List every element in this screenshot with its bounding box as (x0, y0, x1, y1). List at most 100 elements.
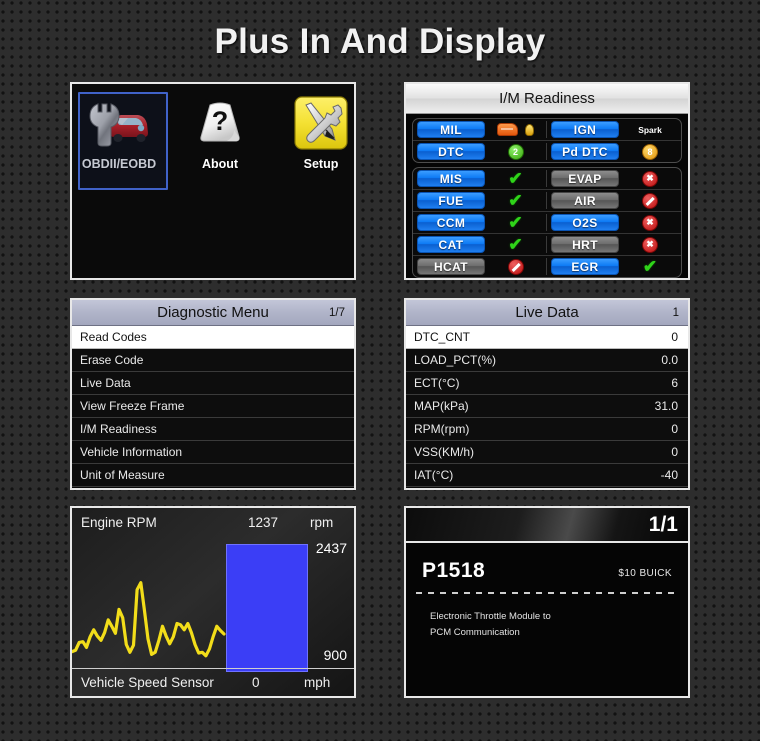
im-group-monitors: MIS ✔ EVAP ✖ FUE ✔ AIR CCM ✔ O2S ✖ CAT ✔… (412, 167, 682, 278)
spark-label: Spark (638, 124, 662, 135)
dtc-count-badge: 2 (507, 143, 524, 160)
live-data-page: 1 (672, 306, 679, 319)
diagnostic-menu-panel: Diagnostic Menu 1/7 Read Codes Erase Cod… (70, 298, 356, 490)
im-chip-ccm: CCM (417, 214, 485, 231)
im-row[interactable]: CAT ✔ HRT ✖ (413, 234, 681, 256)
graph-min-label: 900 (323, 647, 347, 663)
table-row[interactable]: LOAD_PCT(%) 0.0 (406, 349, 688, 372)
im-row[interactable]: HCAT EGR ✔ (413, 256, 681, 277)
list-item[interactable]: Erase Code (72, 349, 354, 372)
im-chip-pd-dtc: Pd DTC (551, 143, 619, 160)
im-group-primary: MIL IGN Spark DTC 2 Pd DTC 8 (412, 118, 682, 163)
im-status-evap: ✖ (619, 170, 681, 187)
im-status-air (619, 192, 681, 209)
pid-value: 0 (671, 445, 678, 459)
check-icon: ✔ (508, 169, 523, 188)
im-row[interactable]: MIS ✔ EVAP ✖ (413, 168, 681, 190)
pid-name: ECT(°C) (414, 376, 460, 390)
dtc-code: P1518 (422, 559, 486, 582)
live-data-header: Live Data 1 (406, 300, 688, 326)
list-item[interactable]: I/M Readiness (72, 418, 354, 441)
main-menu-panel: OBDII/EOBD ? About Setup (70, 82, 356, 280)
pid-value: 0 (671, 422, 678, 436)
pid-value: 0.0 (661, 353, 678, 367)
question-mark-icon: ? (177, 90, 263, 156)
check-icon: ✔ (508, 235, 523, 254)
graph-trace (72, 581, 226, 658)
selection-highlight (78, 92, 168, 190)
table-row[interactable]: DTC_CNT 0 (406, 326, 688, 349)
im-chip-egr: EGR (551, 258, 619, 275)
no-entry-icon (507, 258, 524, 275)
im-chip-air: AIR (551, 192, 619, 209)
dtc-body: P1518 $10 BUICK Electronic Throttle Modu… (406, 543, 688, 696)
graph-bottom-unit: mph (304, 675, 331, 690)
bulb-icon (525, 123, 534, 136)
im-readiness-body: MIL IGN Spark DTC 2 Pd DTC 8 MIS ✔ EVAP … (406, 114, 688, 278)
graph-top-row: Engine RPM 1237 rpm (72, 508, 354, 536)
graph-top-unit: rpm (310, 514, 334, 530)
graph-bottom-row: Vehicle Speed Sensor 0 mph (72, 668, 354, 696)
table-row[interactable]: MAP(kPa) 31.0 (406, 395, 688, 418)
menu-item-setup[interactable]: Setup (278, 90, 354, 184)
dtc-page: 1/1 (648, 512, 678, 536)
graph-max-label: 2437 (315, 540, 347, 556)
graph-canvas: Engine RPM 1237 rpm 2437 900 Vehicle Spe… (72, 508, 354, 696)
list-item[interactable]: View Freeze Frame (72, 395, 354, 418)
dtc-description-line2: PCM Communication (430, 627, 520, 638)
menu-item-obdii-eobd[interactable]: OBDII/EOBD (76, 90, 168, 190)
im-chip-hrt: HRT (551, 236, 619, 253)
diagnostic-menu-list: Read Codes Erase Code Live Data View Fre… (72, 326, 354, 487)
list-item[interactable]: Unit of Measure (72, 464, 354, 487)
im-row[interactable]: CCM ✔ O2S ✖ (413, 212, 681, 234)
pid-name: LOAD_PCT(%) (414, 353, 497, 367)
im-readiness-header: I/M Readiness (406, 84, 688, 114)
list-item[interactable]: Live Data (72, 372, 354, 395)
cross-icon: ✖ (642, 170, 658, 187)
pid-name: MAP(kPa) (414, 399, 469, 413)
im-readiness-panel: I/M Readiness MIL IGN Spark DTC 2 Pd DTC… (404, 82, 690, 280)
im-status-mil (485, 123, 546, 136)
cross-icon: ✖ (642, 236, 658, 253)
table-row[interactable]: RPM(rpm) 0 (406, 418, 688, 441)
im-status-hrt: ✖ (619, 236, 681, 253)
table-row[interactable]: ECT(°C) 6 (406, 372, 688, 395)
svg-text:?: ? (212, 106, 229, 136)
im-status-ign: Spark (619, 125, 681, 135)
list-item[interactable]: Read Codes (72, 326, 354, 349)
im-chip-fue: FUE (417, 192, 485, 209)
dtc-description-line1: Electronic Throttle Module to (430, 611, 551, 622)
menu-item-label: About (201, 157, 239, 171)
im-chip-evap: EVAP (551, 170, 619, 187)
im-status-cat: ✔ (485, 236, 546, 253)
diagnostic-menu-title: Diagnostic Menu (157, 304, 269, 321)
wrench-screwdriver-icon (278, 90, 354, 156)
dtc-meta: $10 BUICK (618, 568, 672, 579)
im-chip-ign: IGN (551, 121, 619, 138)
im-chip-dtc: DTC (417, 143, 485, 160)
divider (416, 592, 678, 594)
im-status-egr: ✔ (619, 258, 681, 275)
graph-bottom-label: Vehicle Speed Sensor (81, 675, 214, 690)
live-data-title: Live Data (515, 304, 579, 321)
pid-value: 6 (671, 376, 678, 390)
cross-icon: ✖ (642, 214, 658, 231)
dtc-panel: 1/1 P1518 $10 BUICK Electronic Throttle … (404, 506, 690, 698)
im-row[interactable]: MIL IGN Spark (413, 119, 681, 141)
im-status-dtc: 2 (485, 143, 546, 160)
check-icon: ✔ (508, 191, 523, 210)
table-row[interactable]: IAT(°C) -40 (406, 464, 688, 487)
im-row[interactable]: FUE ✔ AIR (413, 190, 681, 212)
no-entry-icon (642, 192, 658, 209)
table-row[interactable]: VSS(KM/h) 0 (406, 441, 688, 464)
list-item[interactable]: Vehicle Information (72, 441, 354, 464)
im-chip-hcat: HCAT (417, 258, 485, 275)
im-status-o2s: ✖ (619, 214, 681, 231)
pid-name: DTC_CNT (414, 330, 470, 344)
menu-item-about[interactable]: ? About (177, 90, 263, 184)
im-chip-mil: MIL (417, 121, 485, 138)
im-chip-cat: CAT (417, 236, 485, 253)
graph-top-value: 1237 (248, 514, 279, 530)
graph-top-label: Engine RPM (81, 514, 157, 530)
im-row[interactable]: DTC 2 Pd DTC 8 (413, 141, 681, 162)
